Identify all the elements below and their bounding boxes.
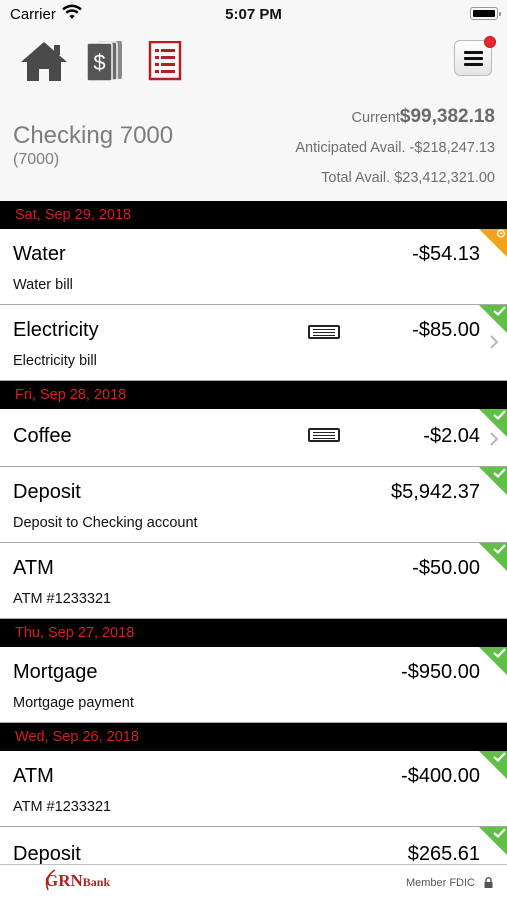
transaction-amount: -$54.13	[412, 243, 480, 265]
transaction-amount: -$400.00	[401, 765, 480, 787]
member-fdic-label: Member FDIC	[405, 877, 475, 889]
pending-clock-icon	[496, 229, 506, 238]
transaction-row[interactable]: ATM ATM #1233321 -$50.00	[0, 543, 507, 619]
status-bar: Carrier 5:07 PM	[0, 0, 507, 30]
account-number: (7000)	[13, 151, 60, 168]
menu-button[interactable]	[454, 36, 496, 76]
transaction-row[interactable]: Water Water bill -$54.13	[0, 229, 507, 305]
transaction-amount: $265.61	[407, 843, 480, 864]
cleared-check-icon	[493, 828, 506, 839]
transaction-row[interactable]: Coffee -$2.04	[0, 409, 507, 467]
notification-dot	[484, 36, 496, 48]
current-balance-label: Current	[351, 110, 400, 126]
transaction-amount: -$50.00	[412, 557, 480, 579]
grn-bank-logo: GRNBank	[45, 869, 111, 891]
transaction-row[interactable]: Deposit Deposit to Checking account $5,942…	[0, 467, 507, 543]
anticipated-balance: Anticipated Avail. -$218,247.13	[295, 140, 495, 156]
date-header: Thu, Sep 27, 2018	[0, 619, 507, 647]
home-icon[interactable]	[20, 40, 68, 82]
statements-icon[interactable]	[148, 41, 182, 81]
cleared-check-icon	[493, 648, 506, 659]
receipt-icon[interactable]	[308, 428, 340, 442]
account-name: Checking 7000	[13, 122, 174, 149]
transaction-title: Water	[13, 243, 66, 265]
transaction-description: Water bill	[13, 277, 73, 293]
transaction-row[interactable]: Deposit $265.61	[0, 827, 507, 864]
account-header: Checking 7000 (7000) Current$99,382.18 A…	[0, 102, 507, 201]
transaction-title: Deposit	[13, 481, 81, 503]
current-balance-value: $99,382.18	[399, 106, 495, 127]
chevron-right-icon	[490, 335, 499, 349]
transaction-title: Deposit	[13, 843, 81, 864]
svg-text:$: $	[93, 50, 105, 75]
cleared-check-icon	[493, 468, 506, 479]
transaction-title: Coffee	[13, 425, 72, 447]
toolbar: $	[0, 30, 507, 102]
transaction-title: Mortgage	[13, 661, 98, 683]
cleared-check-icon	[493, 544, 506, 555]
transaction-amount: $5,942.37	[391, 481, 480, 503]
transaction-title: Electricity	[13, 319, 99, 341]
transaction-row[interactable]: ATM ATM #1233321 -$400.00	[0, 751, 507, 827]
transaction-description: ATM #1233321	[13, 591, 112, 607]
transaction-description: Deposit to Checking account	[13, 515, 198, 531]
cleared-check-icon	[493, 306, 506, 317]
transaction-description: ATM #1233321	[13, 799, 112, 815]
logo-swoosh-icon	[45, 869, 56, 891]
battery-icon	[470, 7, 501, 20]
transaction-amount: -$950.00	[401, 661, 480, 683]
chevron-right-icon	[490, 432, 499, 446]
transaction-description: Electricity bill	[13, 353, 97, 369]
transaction-amount: -$85.00	[412, 319, 480, 341]
transaction-row[interactable]: Electricity Electricity bill -$85.00	[0, 305, 507, 381]
date-header: Wed, Sep 26, 2018	[0, 723, 507, 751]
cleared-check-icon	[493, 410, 506, 421]
date-header: Fri, Sep 28, 2018	[0, 381, 507, 409]
date-header: Sat, Sep 29, 2018	[0, 201, 507, 229]
receipt-icon[interactable]	[308, 325, 340, 339]
transaction-row[interactable]: Mortgage Mortgage payment -$950.00	[0, 647, 507, 723]
lock-icon	[484, 877, 493, 888]
transaction-title: ATM	[13, 557, 54, 579]
cleared-check-icon	[493, 752, 506, 763]
total-available-balance: Total Avail. $23,412,321.00	[321, 170, 495, 186]
clock: 5:07 PM	[225, 6, 282, 23]
transaction-amount: -$2.04	[423, 425, 480, 447]
transaction-description: Mortgage payment	[13, 695, 134, 711]
transaction-list[interactable]: Sat, Sep 29, 2018 Water Water bill -$54.13 E…	[0, 201, 507, 864]
accounts-icon[interactable]: $	[86, 40, 124, 82]
current-balance: Current$99,382.18	[352, 106, 495, 128]
footer: GRNBank Member FDIC	[0, 864, 507, 900]
transaction-title: ATM	[13, 765, 54, 787]
